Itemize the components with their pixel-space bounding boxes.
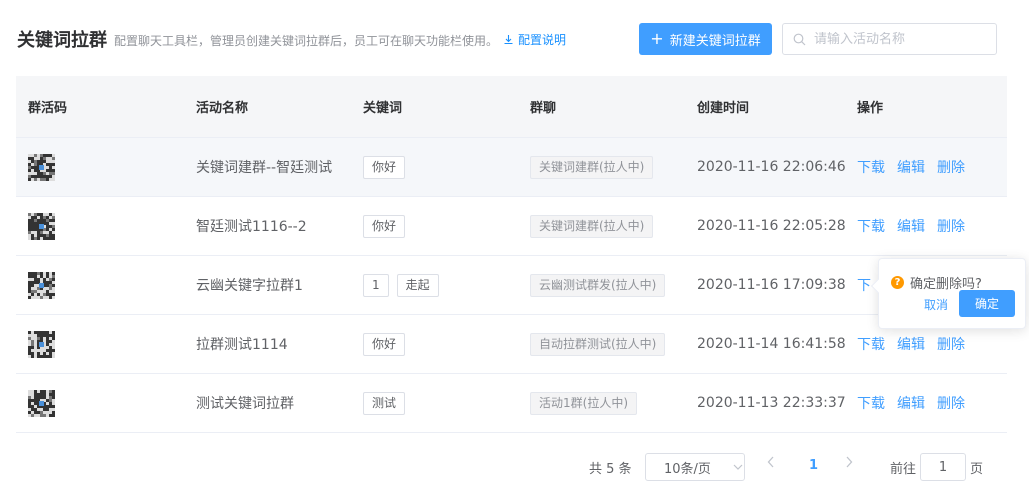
delete-button[interactable]: 删除 [937, 334, 965, 354]
keyword-tag: 测试 [363, 391, 406, 415]
table-row: 拉群测试1114 你好 自动拉群测试(拉人中) 2020-11-14 16:41… [16, 315, 1007, 374]
new-button-label: 新建关键词拉群 [669, 33, 761, 49]
download-button-partial[interactable]: 下 [857, 275, 871, 295]
keyword-tag: 你好 [363, 214, 406, 238]
group-tag: 关键词建群(拉人中) [530, 214, 654, 238]
group-tag: 云幽测试群发(拉人中) [530, 273, 666, 297]
column-header-name: 活动名称 [196, 101, 249, 116]
pagination: 共 5 条 10条/页 1 前往 页 [0, 453, 1029, 481]
activity-name: 测试关键词拉群 [196, 396, 294, 412]
edit-button[interactable]: 编辑 [897, 393, 925, 413]
edit-button[interactable]: 编辑 [897, 216, 925, 236]
edit-button[interactable]: 编辑 [897, 157, 925, 177]
keyword-tag: 1 [363, 273, 389, 297]
download-button[interactable]: 下载 [857, 157, 885, 177]
search-icon [793, 33, 806, 45]
created-time: 2020-11-13 22:33:37 [697, 395, 846, 411]
qr-code-icon[interactable] [28, 389, 55, 417]
page-size-select[interactable]: 10条/页 [645, 453, 745, 481]
page-size-value: 10条/页 [664, 461, 711, 477]
search-input[interactable] [814, 31, 984, 47]
activity-name: 云幽关键字拉群1 [196, 278, 303, 294]
chevron-down-icon [733, 464, 743, 470]
goto-label: 前往 [890, 462, 917, 477]
qr-code-icon[interactable] [28, 271, 55, 299]
goto-suffix: 页 [970, 462, 984, 477]
page-description: 配置聊天工具栏，管理员创建关键词拉群后，员工可在聊天功能栏使用。 [114, 34, 499, 48]
edit-button[interactable]: 编辑 [897, 334, 925, 354]
download-button[interactable]: 下载 [857, 393, 885, 413]
column-header-keyword: 关键词 [363, 101, 403, 116]
prev-page-button[interactable] [767, 456, 775, 472]
group-tag: 活动1群(拉人中) [530, 391, 637, 415]
column-header-qr: 群活码 [28, 101, 68, 116]
chevron-right-icon [846, 456, 853, 468]
plus-icon: + [650, 29, 664, 48]
qr-code-icon[interactable] [28, 212, 55, 240]
qr-code-icon[interactable] [28, 330, 55, 358]
activity-table: 群活码 活动名称 关键词 群聊 创建时间 操作 关键词建群--智廷测试 你好 关… [16, 76, 1007, 433]
column-header-actions: 操作 [857, 101, 884, 116]
created-time: 2020-11-14 16:41:58 [697, 336, 846, 352]
delete-button[interactable]: 删除 [937, 157, 965, 177]
warning-icon: ? [891, 276, 904, 289]
page-number-current[interactable]: 1 [809, 458, 818, 473]
table-row: 云幽关键字拉群1 1 走起 云幽测试群发(拉人中) 2020-11-16 17:… [16, 256, 1007, 315]
group-tag: 关键词建群(拉人中) [530, 155, 654, 179]
qr-code-icon[interactable] [28, 153, 55, 181]
chevron-left-icon [767, 456, 774, 468]
group-tag: 自动拉群测试(拉人中) [530, 332, 666, 356]
delete-button[interactable]: 删除 [937, 393, 965, 413]
doc-link[interactable]: 配置说明 [503, 31, 566, 48]
keyword-tag: 走起 [396, 273, 439, 297]
popover-confirm-button[interactable]: 确定 [959, 290, 1015, 317]
main-card: 关键词拉群 配置聊天工具栏，管理员创建关键词拉群后，员工可在聊天功能栏使用。 配… [0, 0, 1029, 498]
created-time: 2020-11-16 22:05:28 [697, 218, 846, 234]
doc-link-label: 配置说明 [518, 33, 567, 47]
keyword-tag: 你好 [363, 155, 406, 179]
activity-name: 关键词建群--智廷测试 [196, 160, 333, 176]
page-title: 关键词拉群 [17, 30, 107, 51]
activity-name: 智廷测试1116--2 [196, 219, 307, 235]
table-row: 智廷测试1116--2 你好 关键词建群(拉人中) 2020-11-16 22:… [16, 197, 1007, 256]
keyword-tag: 你好 [363, 332, 406, 356]
download-button[interactable]: 下载 [857, 216, 885, 236]
delete-button[interactable]: 删除 [937, 216, 965, 236]
popover-cancel-button[interactable]: 取消 [924, 296, 948, 313]
download-button[interactable]: 下载 [857, 334, 885, 354]
pagination-total: 共 5 条 [589, 462, 632, 477]
activity-name: 拉群测试1114 [196, 337, 288, 353]
table-row: 关键词建群--智廷测试 你好 关键词建群(拉人中) 2020-11-16 22:… [16, 138, 1007, 197]
new-keyword-group-button[interactable]: + 新建关键词拉群 [639, 23, 772, 55]
table-row: 测试关键词拉群 测试 活动1群(拉人中) 2020-11-13 22:33:37… [16, 374, 1007, 433]
search-box[interactable] [782, 23, 997, 55]
column-header-group: 群聊 [530, 101, 557, 116]
created-time: 2020-11-16 17:09:38 [697, 277, 846, 293]
next-page-button[interactable] [845, 456, 853, 472]
download-icon [504, 35, 513, 45]
delete-confirm-popover: ? 确定删除吗? 取消 确定 [870, 258, 1026, 329]
page-header: 关键词拉群 配置聊天工具栏，管理员创建关键词拉群后，员工可在聊天功能栏使用。 配… [0, 0, 1029, 76]
goto-page-input[interactable] [920, 453, 966, 481]
column-header-created: 创建时间 [697, 101, 750, 116]
created-time: 2020-11-16 22:06:46 [697, 159, 846, 175]
table-header: 群活码 活动名称 关键词 群聊 创建时间 操作 [16, 76, 1007, 138]
